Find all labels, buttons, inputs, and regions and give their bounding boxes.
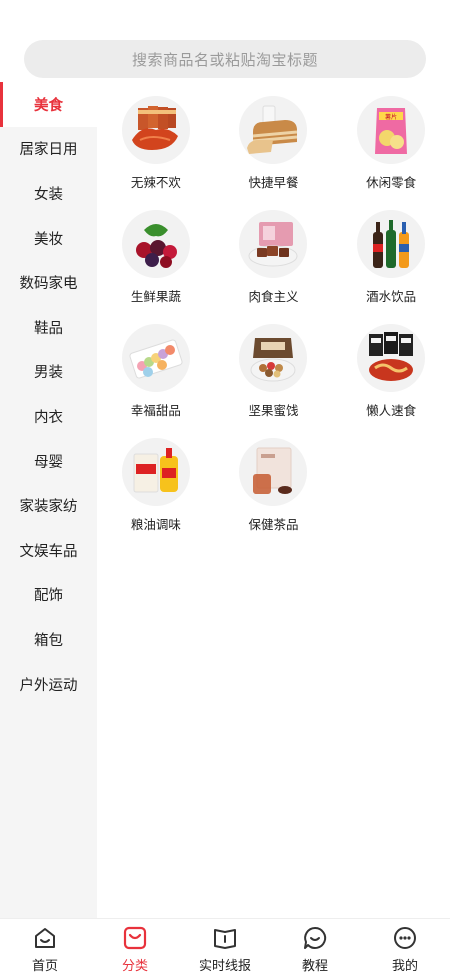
bottom-tab-bar: 首页 分类 实时线报 教程 我的 [0,918,450,975]
sidebar-item-label: 美妆 [34,231,63,248]
sidebar-item-food[interactable]: 美食 [0,82,97,127]
sidebar-item-label: 男装 [34,365,63,382]
subcategory-label: 幸福甜品 [130,403,181,418]
tab-label: 教程 [301,959,328,974]
subcategory-label: 粮油调味 [130,517,181,532]
tab-label: 分类 [121,959,148,974]
sidebar-item-home-textile[interactable]: 家装家纺 [0,483,97,528]
search-placeholder: 搜索商品名或粘贴淘宝标题 [131,50,318,69]
tab-deals[interactable]: 实时线报 [180,919,270,975]
snack-bag-icon: 薯片 [357,96,426,164]
sidebar-item-label: 母婴 [34,454,63,471]
sidebar-item-label: 文娱车品 [19,543,78,560]
spicy-meat-icon [121,96,190,164]
subcategory-label: 懒人速食 [366,403,417,418]
sidebar-item-mens[interactable]: 男装 [0,350,97,395]
tab-tutorial[interactable]: 教程 [270,919,360,975]
subcategory-item[interactable]: 肉食主义 [215,210,333,306]
category-sidebar: 美食 居家日用 女装 美妆 数码家电 鞋品 男装 内衣 母婴 家装家纺 文娱车品… [0,82,97,918]
chat-icon [304,926,327,949]
category-icon [123,926,147,950]
subcategory-item[interactable]: 薯片 休闲零食 [332,96,450,192]
subcategory-label: 肉食主义 [248,289,299,304]
subcategory-label: 无辣不欢 [130,175,181,190]
bread-icon [239,96,308,164]
sidebar-item-label: 箱包 [34,632,63,649]
sidebar-item-label: 美食 [34,97,63,114]
subcategory-label: 酒水饮品 [366,289,417,304]
sidebar-item-label: 数码家电 [19,276,78,293]
subcategory-item[interactable]: 幸福甜品 [97,324,215,420]
subcategory-item[interactable]: 无辣不欢 [97,96,215,192]
sidebar-item-label: 家装家纺 [19,499,78,516]
instant-noodle-icon [357,324,426,392]
subcategory-item[interactable]: 酒水饮品 [332,210,450,306]
sidebar-item-outdoor[interactable]: 户外运动 [0,662,97,707]
sidebar-item-label: 内衣 [34,409,63,426]
sidebar-item-household[interactable]: 居家日用 [0,127,97,172]
search-bar[interactable]: 搜索商品名或粘贴淘宝标题 [24,40,426,78]
sidebar-item-accessories[interactable]: 配饰 [0,573,97,618]
sidebar-item-label: 居家日用 [19,142,78,159]
subcategory-item[interactable]: 生鲜果蔬 [97,210,215,306]
tea-icon [239,438,308,506]
tab-label: 我的 [391,959,418,974]
sidebar-item-label: 女装 [34,186,63,203]
subcategory-label: 生鲜果蔬 [130,289,181,304]
sidebar-item-label: 户外运动 [19,677,78,694]
sidebar-item-bags[interactable]: 箱包 [0,617,97,662]
sidebar-item-beauty[interactable]: 美妆 [0,216,97,261]
nuts-icon [239,324,308,392]
subcategory-item[interactable]: 粮油调味 [97,438,215,534]
book-icon [214,929,236,949]
sidebar-item-shoes[interactable]: 鞋品 [0,305,97,350]
subcategory-label: 快捷早餐 [248,175,299,190]
sidebar-item-underwear[interactable]: 内衣 [0,394,97,439]
sidebar-item-entertainment-car[interactable]: 文娱车品 [0,528,97,573]
subcategory-grid: 无辣不欢 快捷早餐 薯片 休闲零食 生鲜果蔬 肉食主义 酒水饮品 幸福甜品 坚果… [97,96,450,534]
subcategory-label: 坚果蜜饯 [248,403,299,418]
bottles-icon [357,210,426,278]
sidebar-item-label: 鞋品 [34,320,63,337]
sidebar-item-womens[interactable]: 女装 [0,171,97,216]
sidebar-item-digital[interactable]: 数码家电 [0,260,97,305]
subcategory-item[interactable]: 懒人速食 [332,324,450,420]
subcategory-item[interactable]: 坚果蜜饯 [215,324,333,420]
svg-text:薯片: 薯片 [385,113,397,121]
category-page: 搜索商品名或粘贴淘宝标题 美食 居家日用 女装 美妆 数码家电 鞋品 男装 内衣… [0,0,450,975]
rice-oil-icon [121,438,190,506]
macaron-icon [121,324,190,392]
home-icon [35,928,55,948]
subcategory-item[interactable]: 快捷早餐 [215,96,333,192]
tab-label: 首页 [31,959,58,974]
tab-label: 实时线报 [198,959,251,974]
meat-icon [239,210,308,278]
berries-icon [121,210,190,278]
tab-home[interactable]: 首页 [0,919,90,975]
sidebar-item-label: 配饰 [34,588,63,605]
subcategory-item[interactable]: 保健茶品 [215,438,333,534]
profile-icon [394,927,416,949]
tab-profile[interactable]: 我的 [360,919,450,975]
sidebar-item-baby[interactable]: 母婴 [0,439,97,484]
subcategory-label: 保健茶品 [248,517,299,532]
subcategory-label: 休闲零食 [366,175,417,190]
tab-category[interactable]: 分类 [90,919,180,975]
